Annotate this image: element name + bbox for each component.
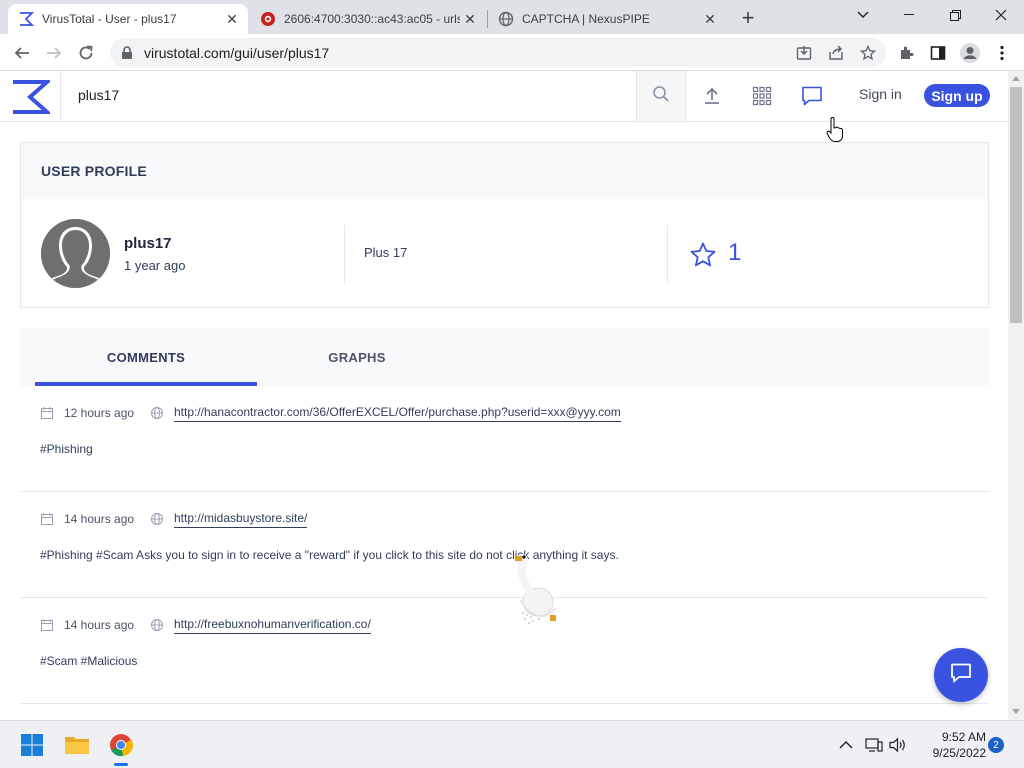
virustotal-sigma-icon — [18, 11, 34, 27]
calendar-icon — [40, 406, 54, 420]
browser-tab-urlscan[interactable]: 2606:4700:3030::ac43:ac05 - urls ✕ — [250, 4, 486, 34]
screen: VirusTotal - User - plus17 ✕ 2606:4700:3… — [0, 0, 1024, 768]
bookmark-star-icon[interactable] — [854, 39, 882, 67]
calendar-icon — [40, 512, 54, 526]
taskbar-clock[interactable]: 9:52 AM 9/25/2022 — [916, 729, 986, 761]
profile-divider — [344, 225, 345, 283]
tray-chevron-up-icon[interactable] — [836, 735, 856, 755]
profile-avatar-icon[interactable] — [956, 39, 984, 67]
forward-arrow-icon[interactable] — [40, 39, 68, 67]
comment-date: 14 hours ago — [64, 512, 135, 526]
tab-title: VirusTotal - User - plus17 — [42, 12, 177, 26]
user-profile-card: USER PROFILE plus17 1 year ago Plus 17 1 — [20, 142, 989, 308]
virustotal-logo[interactable] — [10, 79, 53, 115]
comment-url-link[interactable]: http://midasbuystore.site/ — [174, 511, 308, 528]
url-text: virustotal.com/gui/user/plus17 — [144, 44, 330, 61]
restore-icon[interactable] — [932, 0, 978, 30]
desktop-goose — [510, 552, 560, 630]
minimize-icon[interactable] — [886, 0, 932, 30]
comment-url-link[interactable]: http://hanacontractor.com/36/OfferEXCEL/… — [174, 405, 621, 422]
url-globe-icon — [150, 406, 164, 420]
comment-item: 14 hours ago http://freebuxnohumanverifi… — [20, 598, 989, 704]
page-scrollbar[interactable] — [1008, 71, 1024, 720]
chat-bubble-icon — [949, 661, 973, 690]
close-window-icon[interactable] — [978, 0, 1024, 30]
profile-full-name: Plus 17 — [364, 245, 408, 260]
comment-date: 12 hours ago — [64, 406, 135, 420]
active-app-indicator — [114, 763, 128, 766]
new-tab-button[interactable]: + — [736, 5, 760, 30]
close-tab-icon[interactable]: ✕ — [222, 9, 242, 29]
scroll-down-arrow-icon[interactable] — [1012, 709, 1020, 714]
profile-card-header: USER PROFILE — [21, 143, 988, 199]
lock-icon — [120, 45, 134, 60]
tab-comments[interactable]: COMMENTS — [35, 328, 257, 386]
browser-tab-strip: VirusTotal - User - plus17 ✕ 2606:4700:3… — [0, 0, 1024, 34]
chat-bubble-icon[interactable] — [799, 83, 825, 109]
profile-member-since: 1 year ago — [124, 258, 186, 273]
file-explorer-icon[interactable] — [61, 729, 93, 761]
header-divider — [60, 71, 61, 121]
close-tab-icon[interactable]: ✕ — [460, 9, 480, 29]
search-button[interactable] — [636, 71, 686, 121]
tab-search-chevron-icon[interactable] — [840, 0, 886, 30]
avatar — [41, 219, 110, 288]
tab-graphs[interactable]: GRAPHS — [257, 328, 457, 386]
search-input[interactable]: plus17 — [78, 87, 119, 103]
comment-item: 12 hours ago http://hanacontractor.com/3… — [20, 386, 989, 492]
sign-in-link[interactable]: Sign in — [859, 86, 902, 102]
search-icon — [652, 85, 670, 108]
back-arrow-icon[interactable] — [8, 39, 36, 67]
profile-divider — [667, 225, 668, 283]
notification-badge[interactable]: 2 — [988, 737, 1004, 753]
browser-tab-captcha[interactable]: CAPTCHA | NexusPIPE ✕ — [488, 4, 726, 34]
extensions-puzzle-icon[interactable] — [892, 39, 920, 67]
comment-text: #Scam #Malicious — [40, 654, 138, 668]
scroll-up-arrow-icon[interactable] — [1012, 76, 1020, 81]
side-panel-icon[interactable] — [924, 39, 952, 67]
install-app-icon[interactable] — [790, 39, 818, 67]
close-tab-icon[interactable]: ✕ — [700, 9, 720, 29]
address-bar[interactable]: virustotal.com/gui/user/plus17 — [110, 38, 886, 67]
tab-title: 2606:4700:3030::ac43:ac05 - urls — [284, 12, 460, 26]
windows-start-icon[interactable] — [16, 729, 48, 761]
apps-grid-icon[interactable] — [749, 83, 775, 109]
scrollbar-thumb[interactable] — [1010, 87, 1022, 323]
clock-time: 9:52 AM — [941, 730, 986, 744]
comment-text: #Phishing — [40, 442, 93, 456]
reload-icon[interactable] — [72, 39, 100, 67]
share-icon[interactable] — [822, 39, 850, 67]
globe-icon — [498, 11, 514, 27]
browser-tab-virustotal[interactable]: VirusTotal - User - plus17 ✕ — [8, 4, 248, 34]
network-icon[interactable] — [864, 735, 884, 755]
reputation-star-icon — [689, 241, 717, 269]
reputation-value: 1 — [728, 239, 742, 266]
chat-fab-button[interactable] — [934, 648, 988, 702]
virustotal-header: plus17 Sign in Sign up — [0, 71, 1008, 122]
profile-heading: USER PROFILE — [41, 163, 147, 179]
upload-icon[interactable] — [699, 83, 725, 109]
url-globe-icon — [150, 618, 164, 632]
comment-item: 14 hours ago http://midasbuystore.site/ … — [20, 492, 989, 598]
browser-toolbar: virustotal.com/gui/user/plus17 — [0, 34, 1024, 71]
browser-menu-kebab-icon[interactable] — [988, 39, 1016, 67]
url-globe-icon — [150, 512, 164, 526]
windows-taskbar: 9:52 AM 9/25/2022 2 — [0, 720, 1024, 768]
page-content: USER PROFILE plus17 1 year ago Plus 17 1… — [0, 122, 1008, 720]
comment-url-link[interactable]: http://freebuxnohumanverification.co/ — [174, 617, 371, 634]
sign-up-button[interactable]: Sign up — [924, 84, 990, 107]
chrome-icon[interactable] — [105, 729, 137, 761]
hand-pointer-cursor — [826, 117, 844, 143]
clock-date: 9/25/2022 — [932, 746, 986, 760]
profile-username: plus17 — [124, 235, 172, 252]
comment-date: 14 hours ago — [64, 618, 135, 632]
urlscan-icon — [260, 11, 276, 27]
profile-tabs: COMMENTS GRAPHS — [20, 328, 989, 386]
tab-title: CAPTCHA | NexusPIPE — [522, 12, 650, 26]
calendar-icon — [40, 618, 54, 632]
volume-icon[interactable] — [888, 735, 908, 755]
